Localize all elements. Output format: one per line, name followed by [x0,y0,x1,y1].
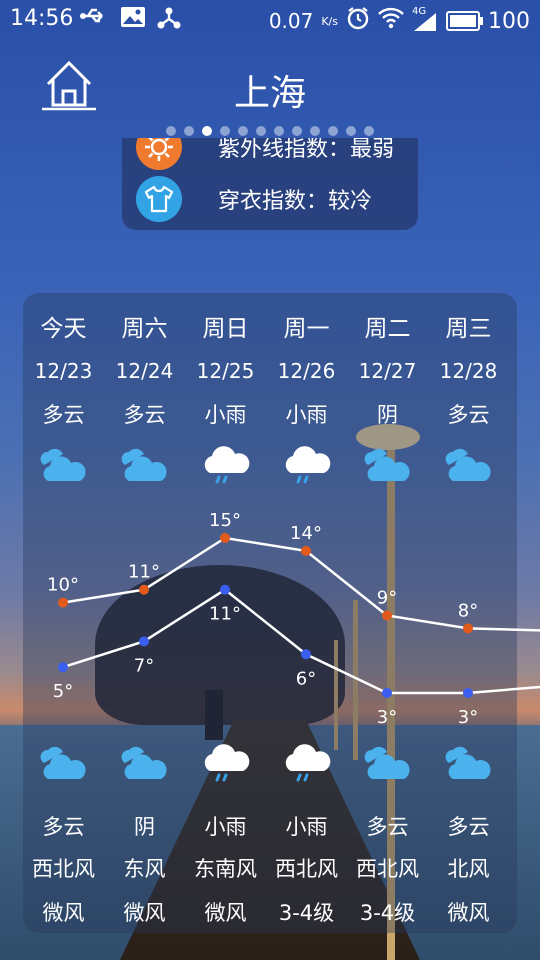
night-condition: 小雨 [285,815,328,839]
battery-percent: 100 [488,8,530,34]
page-indicator [0,126,540,136]
rain-icon [185,443,266,487]
network-speed: 0.07 [268,9,314,33]
battery-level-fill [450,15,476,27]
cloud-icon [428,741,509,785]
day-label: 周六 [121,316,168,342]
wind-direction: 西北风 [356,857,419,881]
page-dot[interactable] [328,126,338,136]
day-label: 周二 [364,316,411,342]
signal-icon: 4G [412,6,438,32]
clothing-index-label: 穿衣指数：较冷 [218,189,373,214]
page-dot[interactable] [166,126,176,136]
night-condition: 阴 [134,815,155,839]
wind-direction: 西北风 [275,857,338,881]
wind-level: 微风 [204,901,247,925]
day-label: 周一 [283,316,330,342]
uv-index-label: 紫外线指数：最弱 [218,138,395,162]
night-condition: 多云 [447,815,490,839]
rain-icon [185,741,266,785]
day-label: 周三 [445,316,492,342]
date-label: 12/23 [34,359,93,383]
uv-index-row: 紫外线指数：最弱 [122,138,418,172]
page-dot[interactable] [256,126,266,136]
day-condition: 多云 [447,403,490,427]
night-condition: 多云 [42,815,85,839]
wind-level: 3-4级 [359,901,416,925]
day-label: 今天 [40,316,87,342]
cloud-icon [23,443,104,487]
cloud-icon [23,741,104,785]
day-condition: 阴 [377,403,398,427]
page-dot[interactable] [238,126,248,136]
sun-icon [136,138,182,170]
rain-icon [266,443,347,487]
rain-icon [266,741,347,785]
wind-direction: 西北风 [32,857,95,881]
battery-icon [446,11,483,31]
alarm-icon [346,6,370,36]
cloud-icon [347,443,428,487]
clothing-index-row: 穿衣指数：较冷 [122,174,418,224]
cloud-icon [104,741,185,785]
cloud-icon [347,741,428,785]
page-dot[interactable] [292,126,302,136]
page-dot[interactable] [364,126,374,136]
day-condition: 小雨 [204,403,247,427]
city-title: 上海 [233,73,306,114]
page-dot[interactable] [202,126,212,136]
image-icon [120,6,146,35]
day-condition: 多云 [42,403,85,427]
wind-direction: 东风 [123,857,166,881]
wifi-icon [378,7,404,35]
date-label: 12/24 [115,359,174,383]
wind-level: 微风 [123,901,166,925]
date-label: 12/25 [196,359,255,383]
wind-direction: 北风 [447,857,490,881]
usb-icon [80,6,110,35]
wind-direction: 东南风 [194,857,257,881]
page-dot[interactable] [274,126,284,136]
night-condition: 多云 [366,815,409,839]
day-label: 周日 [202,316,249,342]
page-dot[interactable] [184,126,194,136]
wind-level: 微风 [42,901,85,925]
date-label: 12/28 [439,359,498,383]
tshirt-icon [136,176,182,222]
cloud-icon [104,443,185,487]
date-label: 12/26 [277,359,336,383]
day-condition: 小雨 [285,403,328,427]
cloud-icon [428,443,509,487]
life-index-card: 紫外线指数：最弱 穿衣指数：较冷 [122,138,418,230]
forecast-columns: 今天 12/23 多云 多云 西北风 微风 周六 12/24 多云阴东风 微风 周日 12/25 小雨小… [23,293,523,933]
night-condition: 小雨 [204,815,247,839]
page-dot[interactable] [310,126,320,136]
date-label: 12/27 [358,359,417,383]
wind-level: 3-4级 [278,901,335,925]
status-bar: 14:56 0.07 K/s 4G 100 [0,0,540,38]
day-condition: 多云 [123,403,166,427]
wind-level: 微风 [447,901,490,925]
network-speed-unit: K/s [321,14,338,28]
page-dot[interactable] [346,126,356,136]
status-time: 14:56 [10,6,74,31]
page-dot[interactable] [220,126,230,136]
share-icon [156,6,182,35]
